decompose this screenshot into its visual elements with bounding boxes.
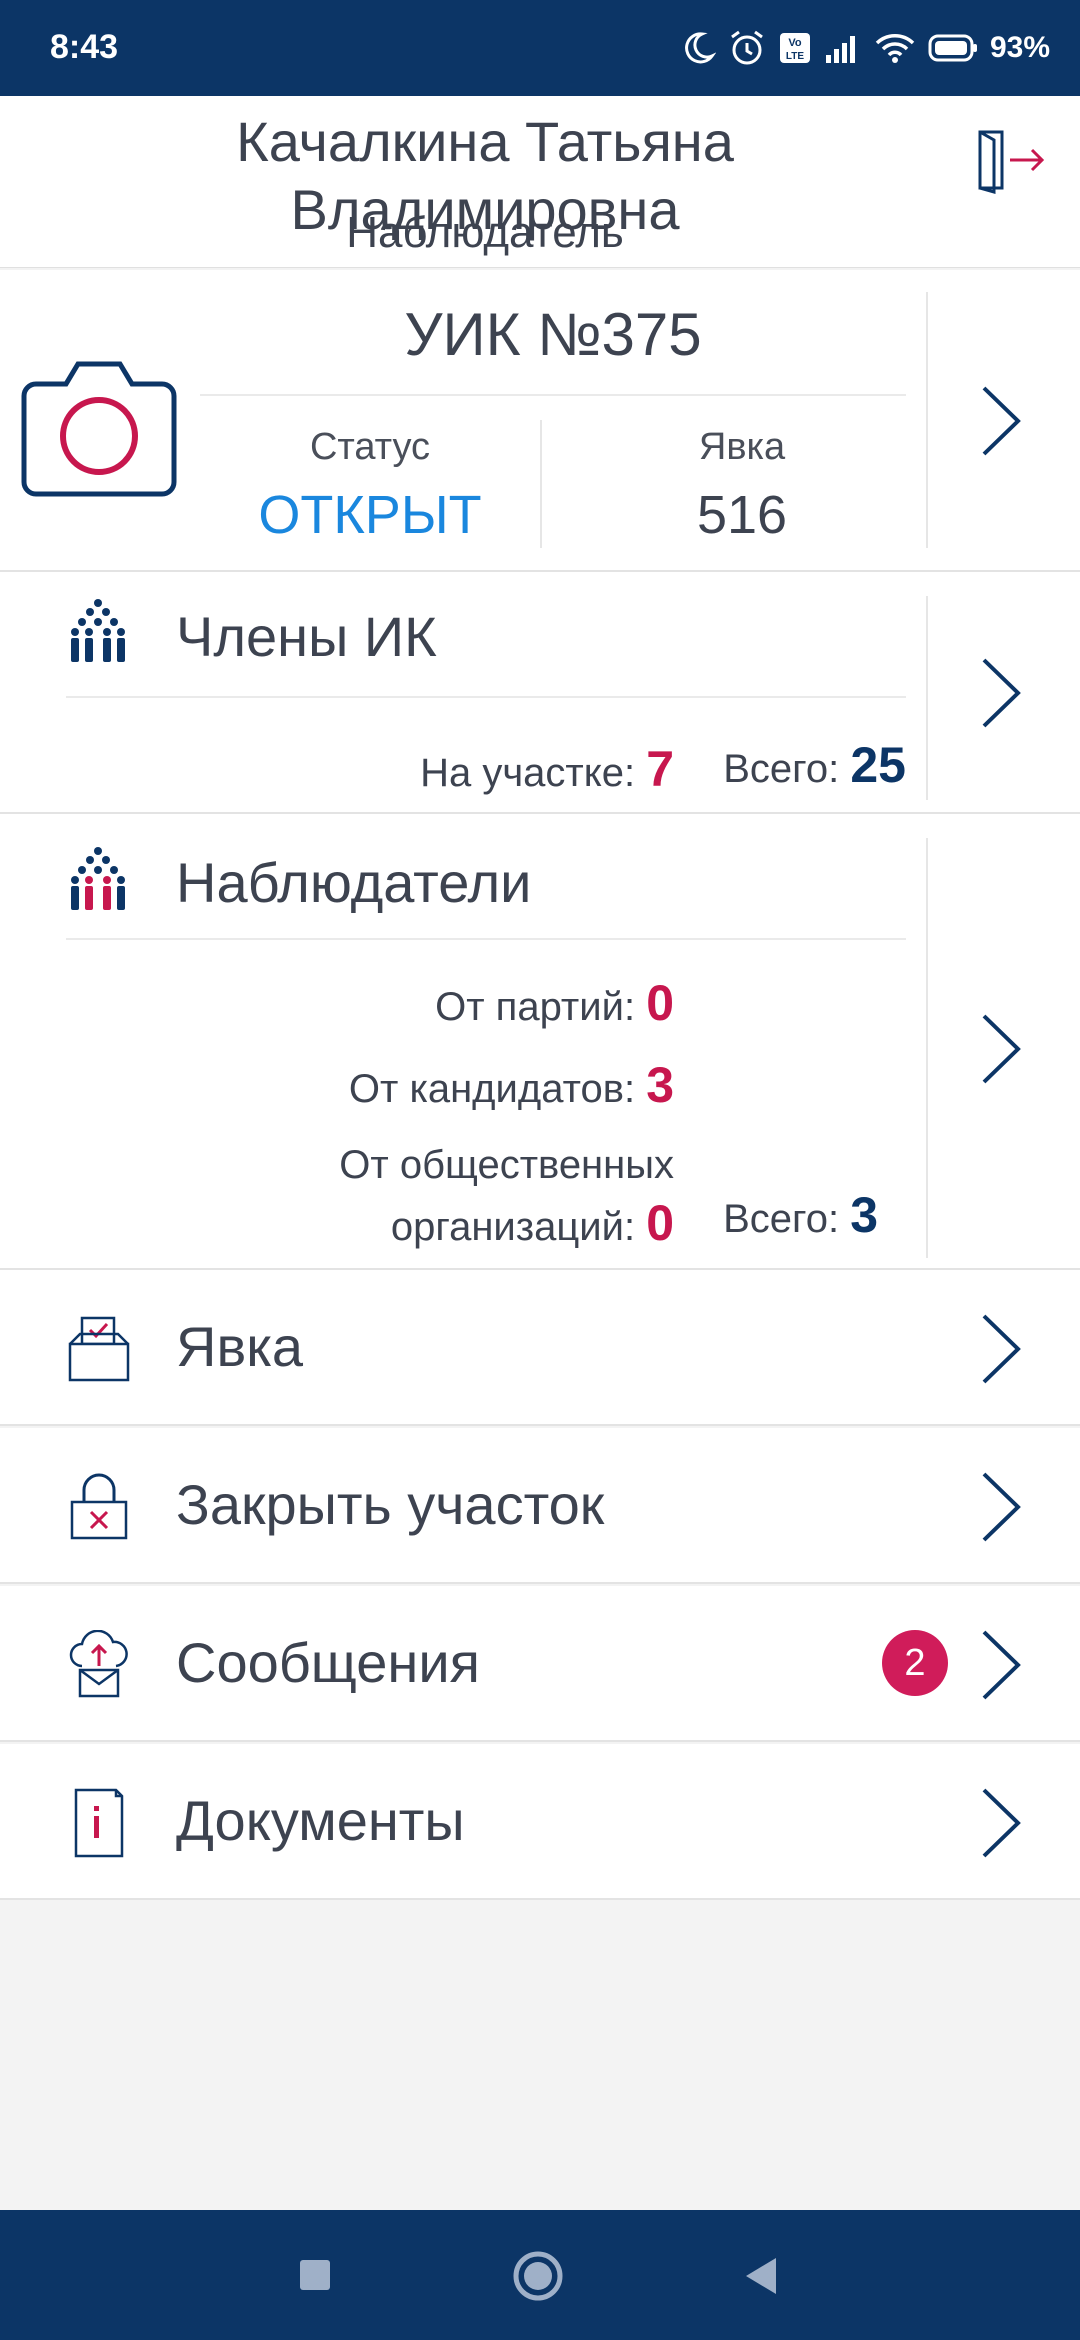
home-icon[interactable]: [512, 2250, 564, 2302]
alarm-icon: [731, 30, 763, 65]
observers-parties-label: От партий:: [435, 985, 636, 1029]
user-role: Наблюдатель: [346, 208, 624, 257]
chevron-right-icon[interactable]: [978, 1786, 1022, 1860]
observers-total-value: 3: [850, 1187, 878, 1243]
turnout-label: Явка: [698, 426, 786, 468]
observers-orgs-label-line2: организаций:: [390, 1205, 636, 1249]
signal-icon: [825, 36, 855, 63]
menu-documents[interactable]: Документы: [0, 1744, 1080, 1900]
divider: [926, 596, 928, 800]
moon-icon: [685, 32, 716, 64]
chevron-right-icon[interactable]: [978, 384, 1022, 458]
members-card[interactable]: Члены ИК На участке: 7 Всего: 25: [0, 572, 1080, 814]
status-icons: Vo LTE 93%: [680, 22, 1050, 74]
members-total: Всего: 25: [690, 736, 906, 794]
document-info-icon: [74, 1788, 124, 1858]
chevron-right-icon[interactable]: [978, 1470, 1022, 1544]
svg-text:Vo: Vo: [788, 37, 802, 49]
menu-turnout[interactable]: Явка: [0, 1270, 1080, 1426]
observers-total-label: Всего:: [723, 1197, 840, 1241]
members-on-site-value: 7: [646, 741, 674, 797]
members-title: Члены ИК: [176, 605, 437, 668]
status-label: Статус: [309, 426, 431, 468]
observers-card[interactable]: Наблюдатели От партий: 0 От кандидатов: …: [0, 814, 1080, 1270]
battery-icon: [928, 34, 977, 62]
divider: [200, 394, 906, 396]
battery-percent: 93%: [989, 31, 1050, 64]
observers-group-icon: [71, 847, 125, 910]
user-name-line1: Качалкина Татьяна: [236, 110, 734, 173]
observers-total: Всего: 3: [690, 1186, 878, 1244]
app-header: Качалкина Татьяна Владимировна Наблюдате…: [0, 96, 1080, 268]
status-value: ОТКРЫТ: [258, 485, 482, 545]
observers-title: Наблюдатели: [176, 851, 532, 914]
ballot-box-icon: [68, 1316, 130, 1382]
messages-badge: 2: [882, 1630, 948, 1696]
logout-icon[interactable]: [974, 124, 1046, 196]
observers-candidates-label: От кандидатов:: [348, 1067, 636, 1111]
system-navigation-bar: [0, 2210, 1080, 2340]
observers-candidates: От кандидатов: 3: [200, 1056, 674, 1114]
chevron-right-icon[interactable]: [978, 1628, 1022, 1702]
chevron-right-icon[interactable]: [978, 1312, 1022, 1386]
divider: [66, 696, 906, 698]
observers-orgs: От общественных организаций: 0: [200, 1136, 674, 1256]
cloud-mail-icon: [69, 1630, 128, 1698]
volte-icon: Vo LTE: [779, 33, 810, 63]
lock-icon: [70, 1473, 128, 1540]
observers-orgs-value: 0: [646, 1195, 674, 1251]
recents-icon[interactable]: [298, 2258, 332, 2292]
observers-parties: От партий: 0: [200, 974, 674, 1032]
svg-text:LTE: LTE: [786, 51, 804, 62]
status-time: 8:43: [50, 28, 119, 66]
uik-title: УИК №375: [404, 301, 702, 368]
members-total-label: Всего:: [723, 747, 840, 791]
divider: [926, 838, 928, 1258]
members-total-value: 25: [850, 737, 906, 793]
chevron-right-icon[interactable]: [978, 656, 1022, 730]
status-bar: 8:43 Vo LTE 93%: [0, 0, 1080, 96]
menu-documents-label: Документы: [176, 1789, 465, 1852]
menu-messages[interactable]: Сообщения 2: [0, 1586, 1080, 1742]
observers-parties-value: 0: [646, 975, 674, 1031]
members-on-site-label: На участке:: [420, 751, 636, 795]
turnout-value: 516: [696, 485, 788, 545]
camera-icon[interactable]: [20, 358, 178, 502]
menu-close-precinct[interactable]: Закрыть участок: [0, 1428, 1080, 1584]
members-on-site: На участке: 7: [300, 740, 674, 798]
observers-candidates-value: 3: [646, 1057, 674, 1113]
people-group-icon: [71, 599, 125, 662]
menu-close-precinct-label: Закрыть участок: [176, 1473, 605, 1536]
back-icon[interactable]: [742, 2256, 778, 2296]
divider: [66, 938, 906, 940]
observers-orgs-label-line1: От общественных: [339, 1143, 674, 1187]
menu-messages-label: Сообщения: [176, 1631, 480, 1694]
wifi-icon: [875, 34, 915, 63]
menu-turnout-label: Явка: [176, 1315, 304, 1378]
chevron-right-icon[interactable]: [978, 1012, 1022, 1086]
